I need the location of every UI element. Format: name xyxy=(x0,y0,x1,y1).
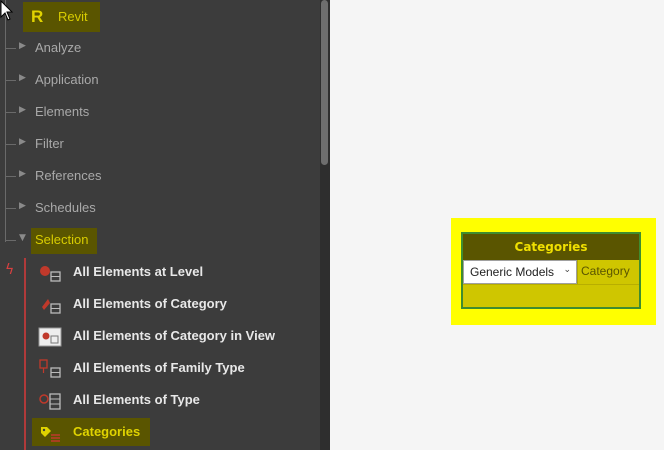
output-port-category[interactable]: Category xyxy=(581,264,630,278)
mouse-cursor-icon xyxy=(0,0,14,21)
categories-node[interactable]: Categories Generic Models ⌄ Category xyxy=(451,218,656,325)
type-elements-icon xyxy=(39,393,61,410)
category-in-view-icon xyxy=(38,327,62,347)
category-references[interactable]: ▶ References xyxy=(0,160,318,192)
categories-icon xyxy=(41,427,60,442)
revit-root-item[interactable]: R Revit xyxy=(23,2,100,32)
subtree-line xyxy=(24,258,26,450)
node-item-all-elements-of-category[interactable]: All Elements of Category xyxy=(38,288,318,320)
chevron-down-icon: ⌄ xyxy=(563,265,571,275)
node-item-categories[interactable]: Categories xyxy=(32,416,318,448)
action-bolt-icon: ϟ xyxy=(5,262,15,278)
category-elements-icon xyxy=(42,299,61,314)
category-dropdown[interactable]: Generic Models ⌄ xyxy=(463,260,577,284)
level-elements-icon xyxy=(40,266,61,282)
node-library-panel: R Revit ▶ Analyze ▶ Application ▶ Elemen… xyxy=(0,0,330,450)
revit-root-label: Revit xyxy=(58,9,88,24)
dropdown-value: Generic Models xyxy=(470,265,555,279)
category-analyze[interactable]: ▶ Analyze xyxy=(0,32,318,64)
revit-logo-icon: R xyxy=(31,7,44,26)
expand-arrow-icon[interactable]: ▶ xyxy=(19,105,26,115)
node-title[interactable]: Categories xyxy=(463,234,639,260)
node-item-all-elements-of-type[interactable]: All Elements of Type xyxy=(38,384,318,416)
category-elements[interactable]: ▶ Elements xyxy=(0,96,318,128)
expand-arrow-icon[interactable]: ▶ xyxy=(19,41,26,51)
category-filter[interactable]: ▶ Filter xyxy=(0,128,318,160)
family-type-icon xyxy=(39,359,61,378)
expand-arrow-icon[interactable]: ▶ xyxy=(19,169,26,179)
library-scrollbar[interactable] xyxy=(320,0,330,450)
category-schedules[interactable]: ▶ Schedules xyxy=(0,192,318,224)
expand-arrow-icon[interactable]: ▶ xyxy=(19,201,26,211)
scrollbar-thumb[interactable] xyxy=(321,0,328,165)
category-selection[interactable]: ▼ Selection xyxy=(0,224,318,256)
category-application[interactable]: ▶ Application xyxy=(0,64,318,96)
node-item-all-elements-at-level[interactable]: All Elements at Level xyxy=(38,256,318,288)
node-item-all-elements-of-family-type[interactable]: All Elements of Family Type xyxy=(38,352,318,384)
expand-arrow-icon[interactable]: ▶ xyxy=(19,73,26,83)
expand-arrow-icon[interactable]: ▶ xyxy=(19,137,26,147)
collapse-arrow-icon[interactable]: ▼ xyxy=(19,233,26,243)
node-body: Categories Generic Models ⌄ Category xyxy=(461,232,641,309)
node-item-all-elements-of-category-in-view[interactable]: All Elements of Category in View xyxy=(38,320,318,352)
